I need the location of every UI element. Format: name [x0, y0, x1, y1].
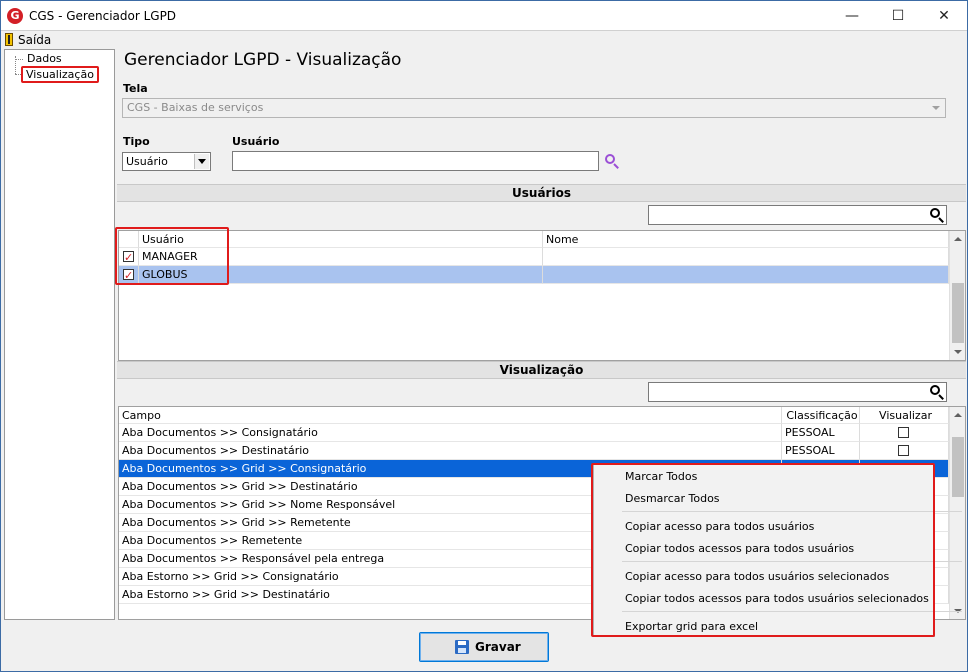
chevron-down-icon	[929, 101, 943, 115]
visualizar-checkbox[interactable]	[898, 445, 909, 456]
users-grid-header: Usuário Nome	[119, 231, 949, 248]
tree-connector	[15, 59, 23, 60]
tela-combobox: CGS - Baixas de serviços	[122, 98, 946, 118]
navigation-tree: Dados Visualização	[4, 49, 115, 620]
scroll-thumb[interactable]	[952, 437, 964, 497]
view-grid-scrollbar[interactable]	[949, 407, 965, 619]
menu-bar: Saída	[1, 31, 967, 48]
view-grid-header: Campo Classificação Visualizar	[119, 407, 949, 424]
classificacao-cell[interactable]: PESSOAL	[782, 424, 860, 442]
search-icon[interactable]	[928, 206, 946, 224]
chevron-down-icon[interactable]	[194, 154, 209, 169]
close-button[interactable]: ✕	[921, 1, 967, 31]
usuario-input[interactable]	[232, 151, 599, 171]
page-title: Gerenciador LGPD - Visualização	[124, 50, 402, 70]
scroll-down-icon[interactable]	[950, 344, 965, 360]
highlight-context-menu-annotation	[591, 463, 935, 637]
campo-cell[interactable]: Aba Documentos >> Consignatário	[119, 424, 782, 442]
visualizar-cell[interactable]	[860, 442, 949, 460]
nome-cell[interactable]	[543, 266, 949, 284]
campo-cell[interactable]: Aba Documentos >> Destinatário	[119, 442, 782, 460]
nome-cell[interactable]	[543, 248, 949, 266]
scroll-up-icon[interactable]	[950, 407, 965, 423]
gravar-button[interactable]: Gravar	[419, 632, 549, 662]
tree-item-visualizacao[interactable]: Visualização	[21, 66, 99, 83]
tipo-value: Usuário	[126, 155, 168, 168]
users-search-input[interactable]	[648, 205, 947, 225]
app-window: G CGS - Gerenciador LGPD — ☐ ✕ Saída Dad…	[0, 0, 968, 672]
tela-label: Tela	[123, 82, 148, 95]
visualizar-checkbox[interactable]	[898, 427, 909, 438]
exit-label: Saída	[18, 32, 52, 47]
visualizar-cell[interactable]	[860, 424, 949, 442]
usuarios-section-header: Usuários	[117, 184, 966, 202]
users-grid: Usuário Nome MANAGER GLOBUS	[118, 230, 966, 361]
scroll-up-icon[interactable]	[950, 231, 965, 247]
tipo-label: Tipo	[123, 135, 150, 148]
title-bar: G CGS - Gerenciador LGPD — ☐ ✕	[1, 1, 967, 31]
column-header-visualizar[interactable]: Visualizar	[860, 407, 949, 424]
scroll-thumb[interactable]	[952, 283, 964, 343]
tela-value: CGS - Baixas de serviços	[127, 101, 264, 114]
column-header-campo[interactable]: Campo	[119, 407, 782, 424]
window-title: CGS - Gerenciador LGPD	[29, 9, 177, 23]
column-header-classificacao[interactable]: Classificação	[782, 407, 860, 424]
visualizacao-section-header: Visualização	[117, 361, 966, 379]
view-search-input[interactable]	[648, 382, 947, 402]
usuario-label: Usuário	[232, 135, 280, 148]
tipo-select[interactable]: Usuário	[122, 152, 211, 171]
search-icon[interactable]	[928, 383, 946, 401]
column-header-nome[interactable]: Nome	[543, 231, 949, 248]
minimize-button[interactable]: —	[829, 1, 875, 31]
app-logo-icon: G	[7, 8, 23, 24]
floppy-disk-icon	[455, 640, 469, 654]
search-user-icon[interactable]	[603, 152, 621, 170]
highlight-users-annotation	[115, 227, 229, 285]
exit-menu-item[interactable]: Saída	[5, 32, 51, 47]
gravar-label: Gravar	[475, 640, 521, 654]
exit-door-icon	[5, 33, 13, 46]
maximize-button[interactable]: ☐	[875, 1, 921, 31]
tree-item-dados[interactable]: Dados	[25, 52, 64, 65]
classificacao-cell[interactable]: PESSOAL	[782, 442, 860, 460]
users-grid-scrollbar[interactable]	[949, 231, 965, 360]
